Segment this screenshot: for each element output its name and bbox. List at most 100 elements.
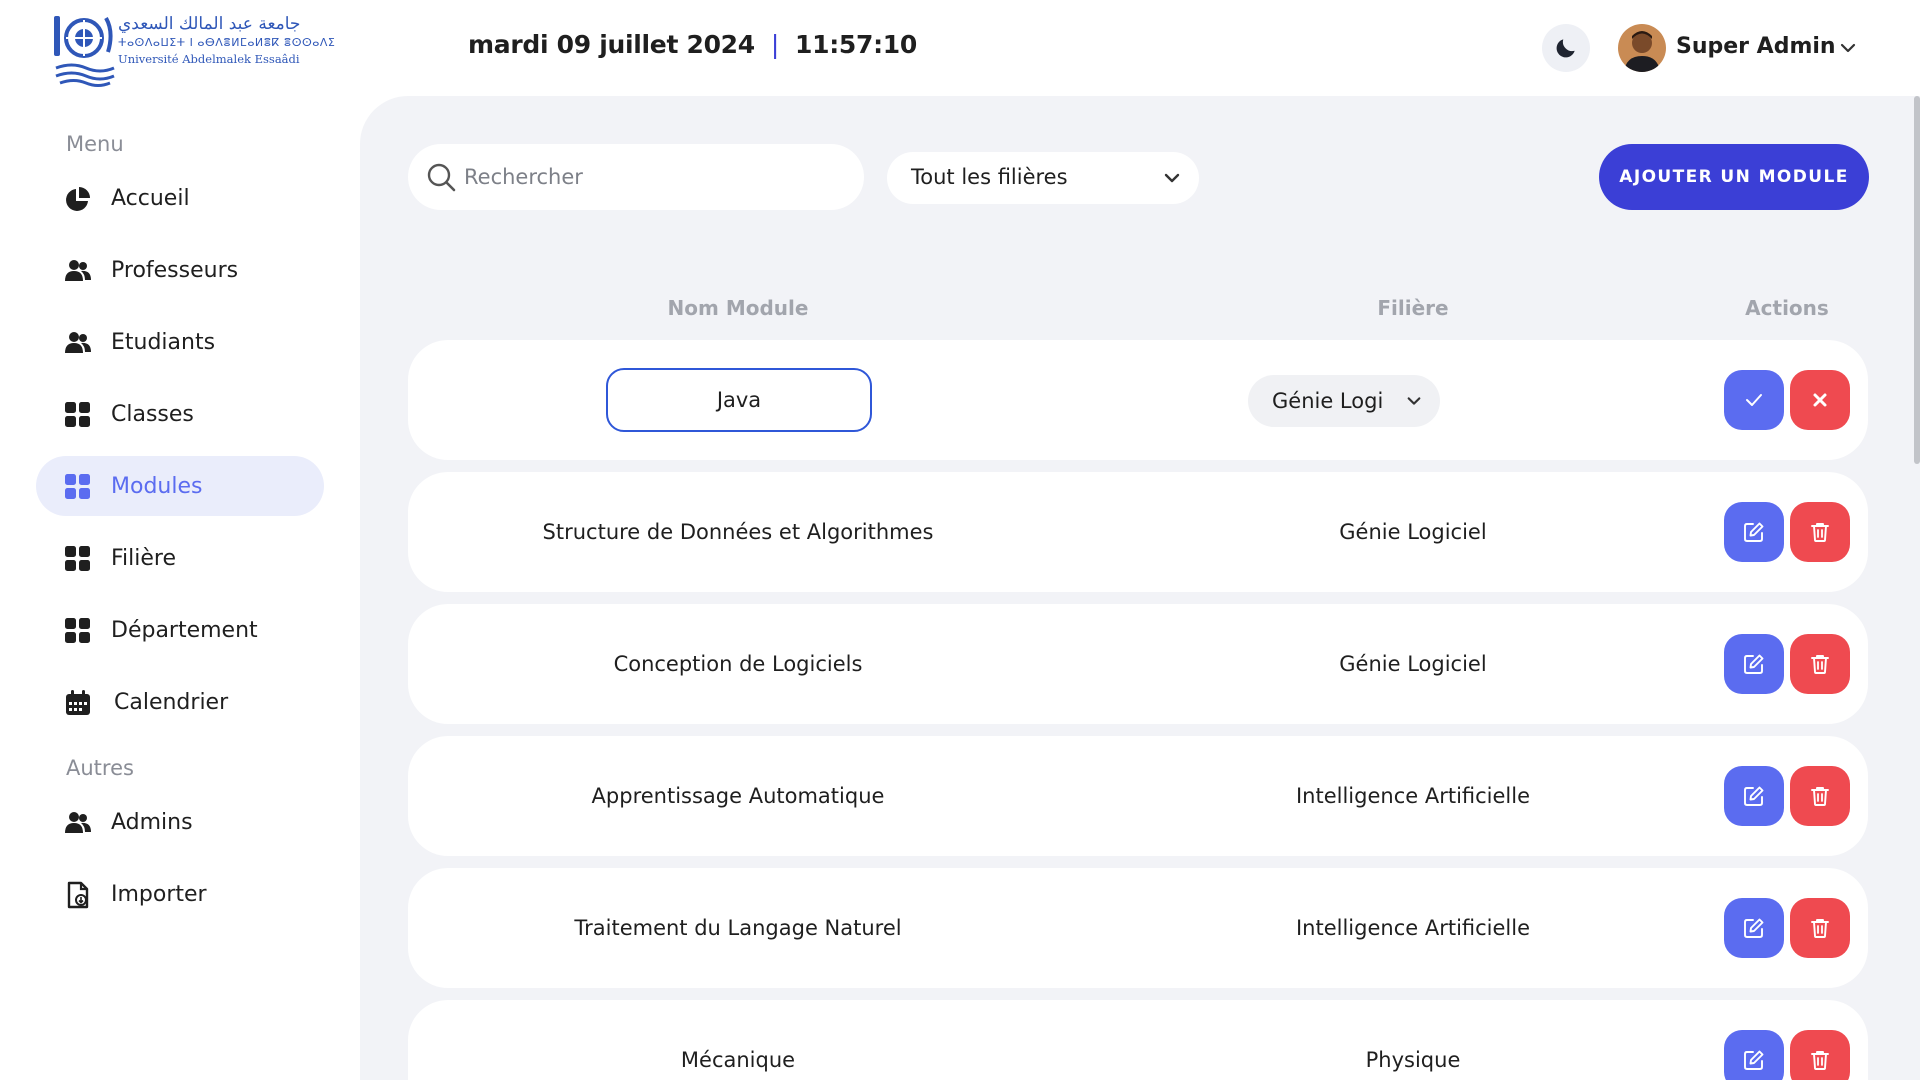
table-row: Mécanique Physique — [408, 1000, 1868, 1080]
edit-icon — [1744, 918, 1764, 938]
sidebar-item-admins[interactable]: Admins — [36, 792, 324, 852]
sidebar-item-label: Accueil — [111, 185, 190, 211]
search-box[interactable] — [408, 144, 864, 210]
sidebar-item-filiere[interactable]: Filière — [36, 528, 324, 588]
edit-button[interactable] — [1724, 634, 1784, 694]
grid-icon — [65, 402, 90, 427]
sidebar-item-label: Admins — [111, 809, 193, 835]
current-date: mardi 09 juillet 2024 — [468, 30, 755, 59]
close-icon — [1813, 393, 1827, 407]
delete-button[interactable] — [1790, 502, 1850, 562]
university-emblem-icon — [54, 16, 115, 87]
date-time-display: mardi 09 juillet 2024 | 11:57:10 — [468, 30, 917, 59]
delete-button[interactable] — [1790, 634, 1850, 694]
sidebar-item-modules[interactable]: Modules — [36, 456, 324, 516]
table-row: Conception de Logiciels Génie Logiciel — [408, 604, 1868, 724]
sidebar-item-label: Filière — [111, 545, 177, 571]
sidebar-item-label: Etudiants — [111, 329, 216, 355]
trash-icon — [1811, 1051, 1829, 1070]
filiere-cell: Génie Logiciel — [1339, 652, 1487, 676]
sidebar-item-professeurs[interactable]: Professeurs — [36, 240, 324, 300]
edit-button[interactable] — [1724, 502, 1784, 562]
trash-icon — [1811, 655, 1829, 674]
pie-chart-icon — [66, 187, 90, 211]
chevron-down-icon — [1164, 173, 1180, 183]
filiere-edit-value: Génie Logi — [1272, 389, 1384, 413]
module-name-cell: Conception de Logiciels — [613, 652, 863, 676]
trash-icon — [1811, 787, 1829, 806]
edit-button[interactable] — [1724, 766, 1784, 826]
date-time-separator: | — [770, 30, 780, 59]
chevron-down-icon — [1407, 397, 1421, 405]
filiere-filter-select[interactable]: Tout les filières — [887, 152, 1199, 204]
edit-icon — [1744, 654, 1764, 674]
avatar[interactable] — [1618, 24, 1666, 72]
column-header-name: Nom Module — [667, 296, 809, 320]
delete-button[interactable] — [1790, 898, 1850, 958]
sidebar-item-accueil[interactable]: Accueil — [36, 168, 324, 228]
logo-tifinagh-text: ⵜⴰⵙⴷⴰⵡⵉⵜ Ⅰ ⴰⴱⴷⴻⵍⵎⴰⵍⴻⴽ ⴻⵙⵙⴰⴷⵉ — [118, 36, 336, 49]
sidebar-section-autres: Autres — [66, 756, 134, 780]
column-header-actions: Actions — [1745, 296, 1829, 320]
chevron-down-icon[interactable] — [1838, 38, 1858, 58]
users-icon — [65, 260, 91, 281]
sidebar: Menu Accueil Professeurs Etudiants Class… — [0, 96, 360, 1080]
current-time: 11:57:10 — [795, 30, 917, 59]
table-row: Structure de Données et Algorithmes Géni… — [408, 472, 1868, 592]
sidebar-item-classes[interactable]: Classes — [36, 384, 324, 444]
add-module-button[interactable]: AJOUTER UN MODULE — [1599, 144, 1869, 210]
main-content: Tout les filières AJOUTER UN MODULE Nom … — [360, 96, 1920, 1080]
trash-icon — [1811, 919, 1829, 938]
filiere-cell: Intelligence Artificielle — [1295, 784, 1531, 808]
logo-arabic-text: جامعة عبد المالك السعدي — [118, 14, 301, 34]
table-row: Apprentissage Automatique Intelligence A… — [408, 736, 1868, 856]
cancel-button[interactable] — [1790, 370, 1850, 430]
filiere-cell: Génie Logiciel — [1339, 520, 1487, 544]
user-name[interactable]: Super Admin — [1676, 34, 1836, 59]
edit-icon — [1744, 522, 1764, 542]
filter-selected-value: Tout les filières — [911, 165, 1068, 189]
search-icon — [427, 163, 456, 192]
edit-icon — [1744, 1050, 1764, 1070]
sidebar-item-importer[interactable]: Importer — [36, 864, 324, 924]
module-name-cell: Apprentissage Automatique — [591, 784, 885, 808]
sidebar-item-label: Professeurs — [111, 257, 239, 283]
user-avatar-icon — [1618, 24, 1666, 72]
module-name-cell: Mécanique — [680, 1048, 796, 1072]
edit-icon — [1744, 786, 1764, 806]
edit-button[interactable] — [1724, 1030, 1784, 1080]
scrollbar-thumb[interactable] — [1914, 96, 1920, 464]
filiere-cell: Intelligence Artificielle — [1295, 916, 1531, 940]
filiere-edit-select[interactable]: Génie Logi — [1248, 375, 1440, 427]
sidebar-section-menu: Menu — [66, 132, 124, 156]
filiere-cell: Physique — [1365, 1048, 1461, 1072]
sidebar-item-label: Importer — [111, 881, 207, 907]
theme-toggle-button[interactable] — [1542, 24, 1590, 72]
search-input[interactable] — [464, 144, 844, 210]
trash-icon — [1811, 523, 1829, 542]
users-icon — [65, 332, 91, 353]
table-row: Traitement du Langage Naturel Intelligen… — [408, 868, 1868, 988]
module-name-edit-input[interactable] — [606, 368, 872, 432]
sidebar-item-label: Modules — [111, 473, 203, 499]
sidebar-item-label: Calendrier — [114, 689, 229, 715]
sidebar-item-calendrier[interactable]: Calendrier — [36, 672, 324, 732]
delete-button[interactable] — [1790, 766, 1850, 826]
grid-icon — [65, 474, 90, 499]
sidebar-item-etudiants[interactable]: Etudiants — [36, 312, 324, 372]
edit-button[interactable] — [1724, 898, 1784, 958]
grid-icon — [65, 618, 90, 643]
module-name-cell: Structure de Données et Algorithmes — [542, 520, 934, 544]
column-header-filiere: Filière — [1377, 296, 1449, 320]
file-import-icon — [67, 881, 89, 909]
top-header: جامعة عبد المالك السعدي ⵜⴰⵙⴷⴰⵡⵉⵜ Ⅰ ⴰⴱⴷⴻⵍ… — [0, 0, 1920, 96]
confirm-button[interactable] — [1724, 370, 1784, 430]
sidebar-item-departement[interactable]: Département — [36, 600, 324, 660]
university-logo[interactable]: جامعة عبد المالك السعدي ⵜⴰⵙⴷⴰⵡⵉⵜ Ⅰ ⴰⴱⴷⴻⵍ… — [52, 12, 335, 88]
grid-icon — [65, 546, 90, 571]
module-name-cell: Traitement du Langage Naturel — [574, 916, 902, 940]
delete-button[interactable] — [1790, 1030, 1850, 1080]
logo-french-text: Université Abdelmalek Essaâdi — [118, 52, 300, 66]
users-icon — [65, 812, 91, 833]
table-row-editing: Génie Logi — [408, 340, 1868, 460]
